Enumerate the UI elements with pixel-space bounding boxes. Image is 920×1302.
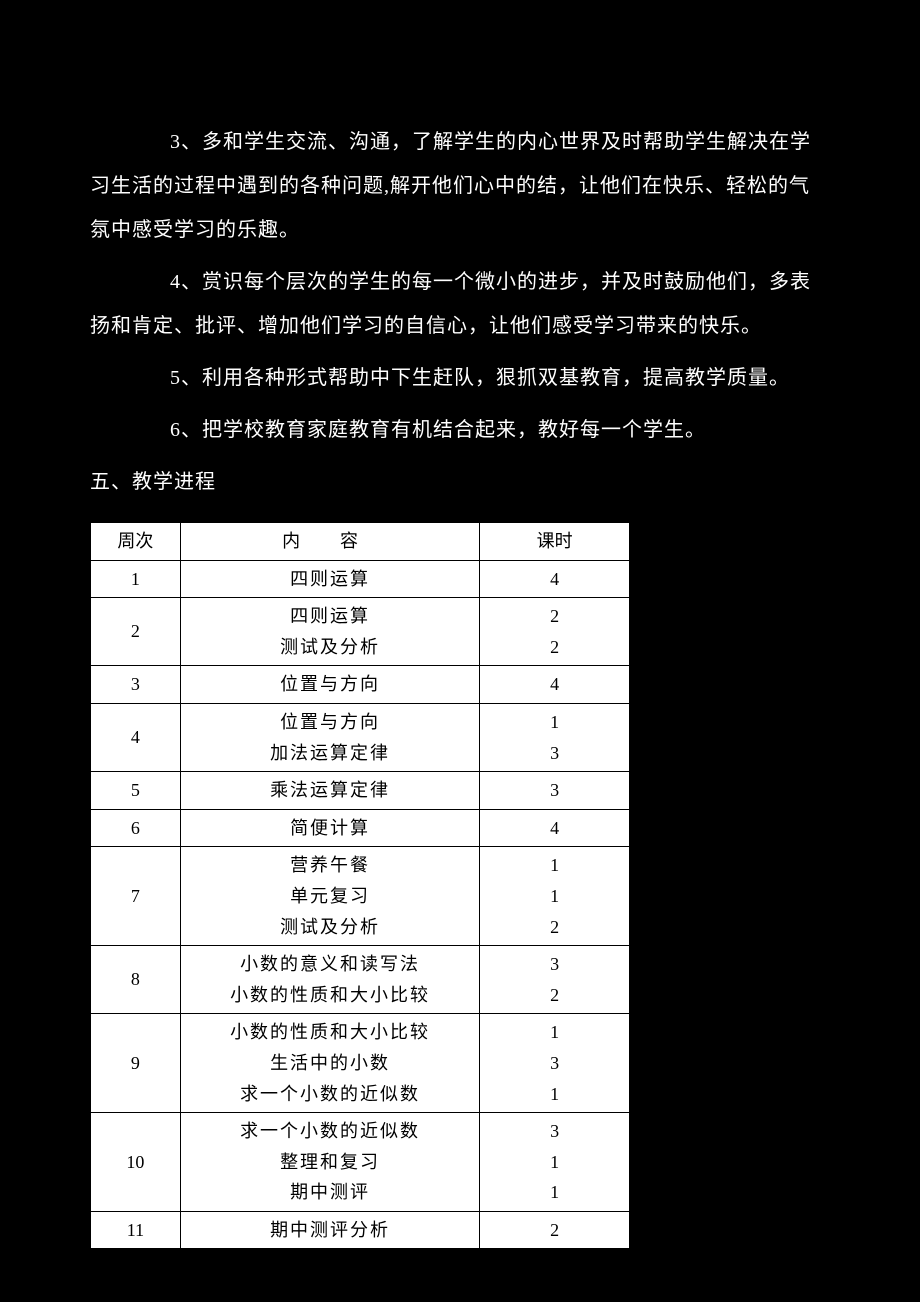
cell-content: 四则运算 bbox=[180, 560, 479, 598]
cell-week: 1 bbox=[91, 560, 181, 598]
paragraph-3: 3、多和学生交流、沟通，了解学生的内心世界及时帮助学生解决在学习生活的过程中遇到… bbox=[90, 120, 830, 252]
header-content-text: 内容 bbox=[262, 526, 398, 557]
cell-hours: 1 1 2 bbox=[480, 847, 630, 946]
table-body: 1 四则运算 4 2 四则运算 测试及分析 2 2 3 位置与方向 4 4 位置… bbox=[91, 560, 630, 1249]
table-header-row: 周次 内容 课时 bbox=[91, 523, 630, 561]
cell-week: 4 bbox=[91, 703, 181, 771]
table-row: 10 求一个小数的近似数 整理和复习 期中测评 3 1 1 bbox=[91, 1113, 630, 1212]
schedule-table: 周次 内容 课时 1 四则运算 4 2 四则运算 测试及分析 2 2 3 位置与… bbox=[90, 522, 630, 1249]
cell-week: 10 bbox=[91, 1113, 181, 1212]
table-row: 1 四则运算 4 bbox=[91, 560, 630, 598]
cell-content: 营养午餐 单元复习 测试及分析 bbox=[180, 847, 479, 946]
paragraph-5: 5、利用各种形式帮助中下生赶队，狠抓双基教育，提高教学质量。 bbox=[90, 356, 830, 400]
cell-content: 乘法运算定律 bbox=[180, 772, 479, 810]
paragraph-6: 6、把学校教育家庭教育有机结合起来，教好每一个学生。 bbox=[90, 408, 830, 452]
table-row: 9 小数的性质和大小比较 生活中的小数 求一个小数的近似数 1 3 1 bbox=[91, 1014, 630, 1113]
document-page: 3、多和学生交流、沟通，了解学生的内心世界及时帮助学生解决在学习生活的过程中遇到… bbox=[0, 0, 920, 1289]
cell-week: 3 bbox=[91, 666, 181, 704]
cell-hours: 2 bbox=[480, 1211, 630, 1249]
table-row: 2 四则运算 测试及分析 2 2 bbox=[91, 598, 630, 666]
cell-week: 5 bbox=[91, 772, 181, 810]
cell-week: 8 bbox=[91, 946, 181, 1014]
cell-week: 11 bbox=[91, 1211, 181, 1249]
cell-content: 小数的意义和读写法 小数的性质和大小比较 bbox=[180, 946, 479, 1014]
cell-hours: 3 1 1 bbox=[480, 1113, 630, 1212]
cell-week: 9 bbox=[91, 1014, 181, 1113]
cell-content: 位置与方向 加法运算定律 bbox=[180, 703, 479, 771]
header-week: 周次 bbox=[91, 523, 181, 561]
cell-content: 四则运算 测试及分析 bbox=[180, 598, 479, 666]
cell-content: 简便计算 bbox=[180, 809, 479, 847]
table-row: 6 简便计算 4 bbox=[91, 809, 630, 847]
cell-content: 小数的性质和大小比较 生活中的小数 求一个小数的近似数 bbox=[180, 1014, 479, 1113]
cell-hours: 4 bbox=[480, 666, 630, 704]
header-content: 内容 bbox=[180, 523, 479, 561]
cell-content: 位置与方向 bbox=[180, 666, 479, 704]
cell-hours: 3 2 bbox=[480, 946, 630, 1014]
table-row: 4 位置与方向 加法运算定律 1 3 bbox=[91, 703, 630, 771]
table-row: 8 小数的意义和读写法 小数的性质和大小比较 3 2 bbox=[91, 946, 630, 1014]
cell-hours: 2 2 bbox=[480, 598, 630, 666]
header-hours: 课时 bbox=[480, 523, 630, 561]
cell-week: 7 bbox=[91, 847, 181, 946]
table-row: 5 乘法运算定律 3 bbox=[91, 772, 630, 810]
cell-content: 求一个小数的近似数 整理和复习 期中测评 bbox=[180, 1113, 479, 1212]
section-title: 五、教学进程 bbox=[90, 460, 830, 504]
cell-hours: 1 3 bbox=[480, 703, 630, 771]
cell-hours: 1 3 1 bbox=[480, 1014, 630, 1113]
table-row: 7 营养午餐 单元复习 测试及分析 1 1 2 bbox=[91, 847, 630, 946]
cell-content: 期中测评分析 bbox=[180, 1211, 479, 1249]
cell-hours: 4 bbox=[480, 560, 630, 598]
cell-hours: 3 bbox=[480, 772, 630, 810]
paragraph-4: 4、赏识每个层次的学生的每一个微小的进步，并及时鼓励他们，多表扬和肯定、批评、增… bbox=[90, 260, 830, 348]
table-row: 3 位置与方向 4 bbox=[91, 666, 630, 704]
cell-hours: 4 bbox=[480, 809, 630, 847]
cell-week: 2 bbox=[91, 598, 181, 666]
table-row: 11 期中测评分析 2 bbox=[91, 1211, 630, 1249]
cell-week: 6 bbox=[91, 809, 181, 847]
